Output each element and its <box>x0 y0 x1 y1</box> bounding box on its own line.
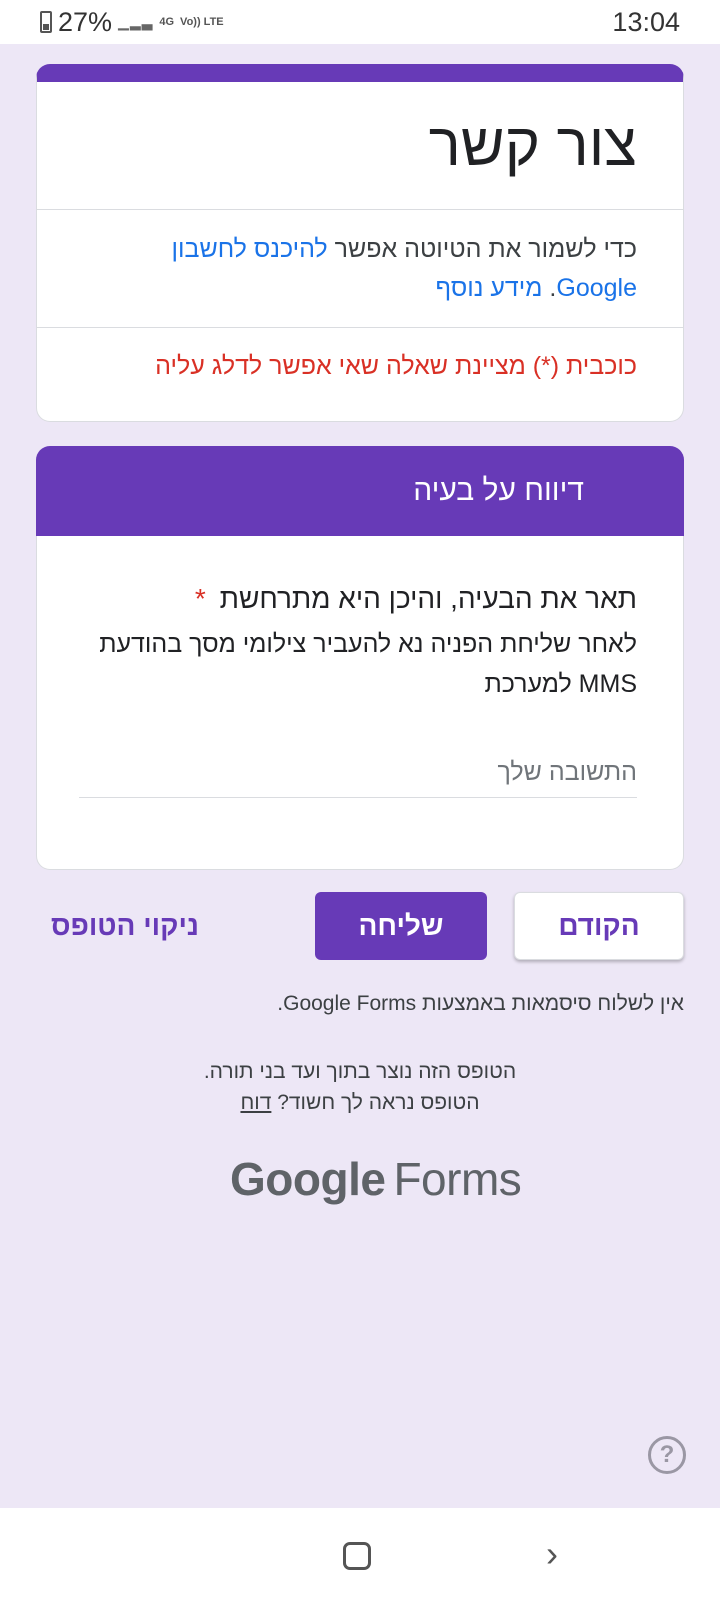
signin-section: כדי לשמור את הטיוטה אפשר להיכנס לחשבון G… <box>37 210 683 328</box>
answer-input[interactable] <box>79 748 637 798</box>
required-asterisk: * <box>194 583 206 614</box>
learn-more-link[interactable]: מידע נוסף <box>435 274 542 302</box>
status-left: 27% ▁▂▃ 4G Vo)) LTE <box>40 7 224 38</box>
required-note: כוכבית (*) מציינת שאלה שאי אפשר לדלג עלי… <box>155 352 637 380</box>
home-icon[interactable] <box>343 1542 371 1570</box>
question-title-text: תאר את הבעיה, והיכן היא מתרחשת <box>219 583 637 614</box>
battery-icon <box>40 11 52 33</box>
status-bar: 27% ▁▂▃ 4G Vo)) LTE 13:04 <box>0 0 720 44</box>
report-link[interactable]: דוח <box>240 1091 271 1114</box>
logo-forms-text: Forms <box>393 1153 522 1205</box>
clear-form-button[interactable]: ניקוי הטופס <box>40 892 210 960</box>
section-header: דיווח על בעיה <box>36 446 684 536</box>
signin-text: כדי לשמור את הטיוטה אפשר <box>334 235 637 263</box>
volte-icon: Vo)) LTE <box>180 15 224 28</box>
navigation-bar: › <box>0 1508 720 1600</box>
question-circle-icon[interactable]: ? <box>648 1436 686 1474</box>
section-title: דיווח על בעיה <box>413 474 584 507</box>
suspicious-text: הטופס נראה לך חשוד? <box>277 1091 480 1114</box>
signal-icon: ▁▂▃ <box>118 13 154 30</box>
title-section: צור קשר <box>37 82 683 210</box>
password-warning: אין לשלוח סיסמאות באמצעות Google Forms. <box>277 992 684 1015</box>
form-header-card: צור קשר כדי לשמור את הטיוטה אפשר להיכנס … <box>36 64 684 422</box>
google-forms-logo[interactable]: Google Forms <box>230 1152 522 1206</box>
back-chevron-icon[interactable]: › <box>546 1534 558 1574</box>
form-title: צור קשר <box>428 111 637 178</box>
created-by-text: הטופס הזה נוצר בתוך ועד בני תורה. <box>203 1060 517 1083</box>
clock: 13:04 <box>612 6 680 37</box>
logo-google-text: Google <box>230 1153 386 1205</box>
report-line: הטופס נראה לך חשוד? דוח <box>36 1087 684 1118</box>
created-note: הטופס הזה נוצר בתוך ועד בני תורה. הטופס … <box>36 1056 684 1118</box>
back-button[interactable]: הקודם <box>514 892 684 960</box>
question-card: תאר את הבעיה, והיכן היא מתרחשת * לאחר של… <box>36 536 684 870</box>
battery-percent: 27% <box>58 6 113 37</box>
network-4g-icon: 4G <box>159 15 175 28</box>
submit-button[interactable]: שליחה <box>315 892 487 960</box>
question-title: תאר את הבעיה, והיכן היא מתרחשת * <box>83 580 637 618</box>
question-description: לאחר שליחת הפניה נא להעביר צילומי מסך בה… <box>99 630 637 698</box>
